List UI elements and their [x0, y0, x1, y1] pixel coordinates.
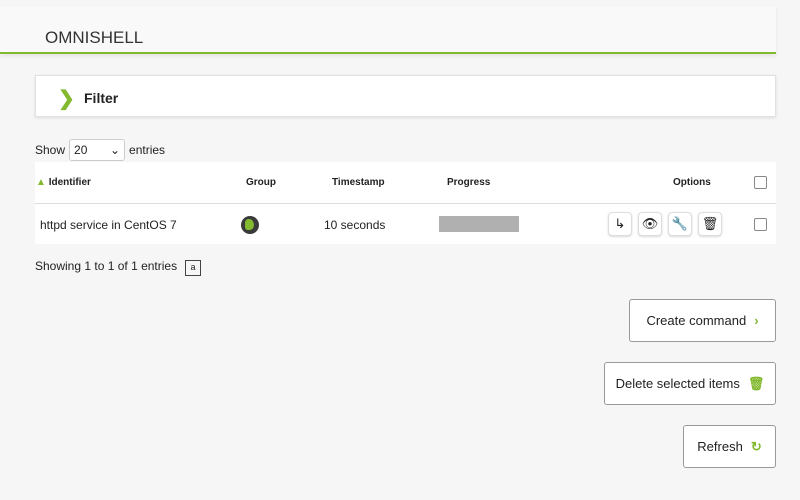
table-info: Showing 1 to 1 of 1 entries: [35, 259, 178, 273]
page-header: OMNISHELL: [0, 6, 776, 54]
trash-icon: 🗑: [747, 375, 765, 391]
delete-selected-button[interactable]: Delete selected items 🗑: [604, 362, 776, 405]
timestamp-cell: 10 seconds: [324, 218, 386, 232]
configure-button[interactable]: 🔧: [668, 212, 692, 236]
entries-length: Show 20 ⌄ entries: [35, 139, 165, 161]
export-csv-icon[interactable]: a: [185, 260, 201, 276]
view-button[interactable]: 👁: [638, 212, 662, 236]
row-checkbox[interactable]: [754, 218, 767, 231]
sort-asc-icon: ▲: [36, 177, 46, 188]
col-options: Options: [673, 177, 711, 188]
refresh-icon: ↻: [750, 438, 762, 454]
col-timestamp[interactable]: Timestamp: [332, 177, 385, 188]
create-command-button[interactable]: Create command ›: [629, 299, 776, 342]
select-all-checkbox[interactable]: [754, 176, 767, 189]
filter-panel[interactable]: ❯ Filter: [35, 75, 776, 117]
col-identifier[interactable]: ▲ Identifier: [36, 177, 91, 188]
chevron-right-icon: ❯: [58, 88, 75, 110]
delete-button[interactable]: 🗑: [698, 212, 722, 236]
filter-label: Filter: [84, 90, 119, 106]
chevron-right-icon: ›: [754, 313, 759, 328]
show-label: Show: [35, 143, 66, 157]
progress-bar: [439, 216, 519, 232]
identifier-cell[interactable]: httpd service in CentOS 7: [40, 218, 177, 232]
entries-label: entries: [129, 143, 166, 157]
entries-value: 20: [74, 143, 88, 157]
commands-table: ▲ Identifier Group Timestamp Progress Op…: [35, 162, 776, 244]
delete-label: Delete selected items: [615, 376, 740, 391]
globe-icon: [241, 216, 259, 234]
refresh-button[interactable]: Refresh ↻: [683, 425, 776, 468]
execute-button[interactable]: ↳: [608, 212, 632, 236]
page-title: OMNISHELL: [45, 28, 144, 47]
create-label: Create command: [646, 313, 747, 328]
col-group[interactable]: Group: [246, 177, 276, 188]
col-label: Identifier: [48, 177, 91, 188]
col-progress[interactable]: Progress: [447, 177, 490, 188]
chevron-down-icon: ⌄: [109, 143, 121, 157]
refresh-label: Refresh: [697, 439, 743, 454]
divider: [35, 203, 776, 204]
entries-select[interactable]: 20 ⌄: [69, 139, 126, 161]
